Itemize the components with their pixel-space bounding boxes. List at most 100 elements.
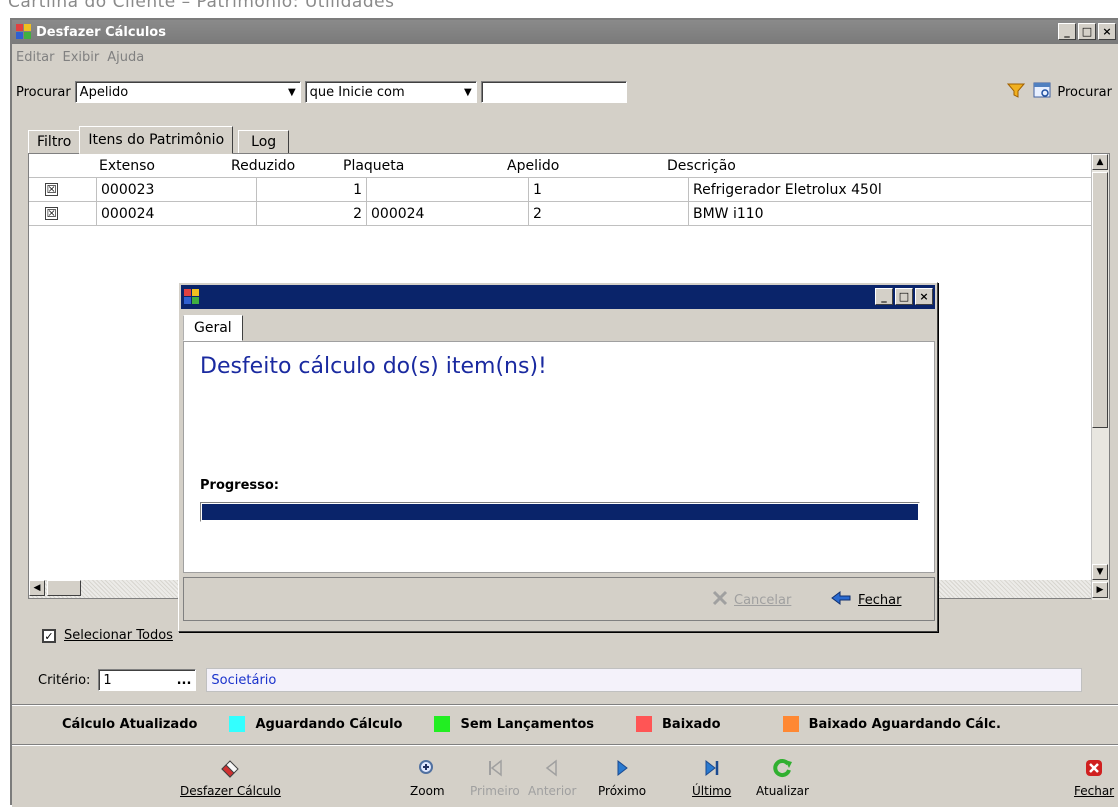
toolbar-divider [12,744,1118,746]
scroll-right-icon[interactable]: ▶ [1092,582,1108,598]
header-descricao[interactable]: Descrição [661,154,961,177]
search-operator-select[interactable]: que Inicie com ▼ [304,81,477,103]
tab-filtro[interactable]: Filtro [28,130,81,154]
criterio-lookup-button[interactable]: ... [177,673,192,688]
dialog-message: Desfeito cálculo do(s) item(ns)! [200,354,547,379]
zoom-button[interactable]: Zoom [410,756,445,798]
search-input[interactable] [480,81,627,103]
first-icon [485,756,505,780]
legend-swatch-sem-lancamentos [434,716,451,732]
legend-swatch-aguardando [229,716,246,732]
row-checkbox[interactable]: ☒ [45,183,58,196]
select-all-row: ✓ Selecionar Todos [42,628,173,643]
proximo-label: Próximo [598,784,647,798]
desfazer-calculo-label: Desfazer Cálculo [180,784,281,798]
legend-sem-lancamentos: Sem Lançamentos [460,716,595,732]
close-window-button[interactable]: × [1098,23,1116,40]
dialog-minimize-button[interactable]: _ [875,288,893,305]
ultimo-button[interactable]: Último [692,756,731,798]
progress-bar-fill [202,504,918,520]
proximo-button[interactable]: Próximo [598,756,646,798]
legend-swatch-baixado-aguardando [782,716,799,732]
cell-plaqueta: 000024 [367,202,529,225]
fechar-button[interactable]: Fechar [1074,756,1114,798]
atualizar-button[interactable]: Atualizar [756,756,809,798]
grid-header: Extenso Reduzido Plaqueta Apelido Descri… [29,154,1091,178]
title-bar: Desfazer Cálculos _ □ × [12,20,1118,44]
dialog-maximize-button[interactable]: □ [895,288,913,305]
fechar-label: Fechar [1074,784,1115,798]
cell-reduzido: 1 [257,178,367,201]
menu-exibir[interactable]: Exibir [63,50,100,65]
vertical-scrollbar[interactable]: ▲ ▼ ▶ [1091,154,1109,600]
cell-extenso: 000024 [97,202,257,225]
select-all-label[interactable]: Selecionar Todos [64,628,173,643]
row-checkbox[interactable]: ☒ [45,207,58,220]
criterio-label: Critério: [38,672,91,688]
tab-itens-patrimonio[interactable]: Itens do Patrimônio [79,126,234,154]
dialog-close-button[interactable]: × [915,288,933,305]
tab-geral[interactable]: Geral [183,315,243,341]
scroll-up-icon[interactable]: ▲ [1092,154,1108,170]
scroll-down-icon[interactable]: ▼ [1092,564,1108,580]
search-label: Procurar [16,84,71,100]
criterio-description: Societário [206,668,1083,692]
hscroll-thumb[interactable] [47,580,81,596]
maximize-button[interactable]: □ [1078,23,1096,40]
header-apelido[interactable]: Apelido [501,154,661,177]
menu-editar[interactable]: Editar [16,50,55,65]
legend-aguardando-calculo: Aguardando Cálculo [255,716,403,732]
filter-icon[interactable] [1007,82,1026,102]
prev-icon [542,756,562,780]
progress-label: Progresso: [200,478,280,493]
scroll-left-icon[interactable]: ◀ [29,580,45,596]
search-bar: Procurar Apelido ▼ que Inicie com ▼ Procur… [12,78,1118,106]
primeiro-button[interactable]: Primeiro [470,756,520,798]
header-extenso[interactable]: Extenso [93,154,225,177]
primeiro-label: Primeiro [470,784,520,798]
dialog-cancel-button[interactable]: Cancelar [712,590,791,610]
close-icon [1084,756,1104,780]
app-icon [184,289,200,305]
tab-log[interactable]: Log [238,130,290,154]
table-row[interactable]: ☒ 000024 2 000024 2 BMW i110 [29,202,1091,226]
criterio-input[interactable]: 1 ... [98,669,197,691]
dialog-cancel-label: Cancelar [734,592,792,608]
tab-strip: Filtro Itens do Patrimônio Log [28,126,290,154]
desfazer-calculo-button[interactable]: Desfazer Cálculo [180,756,281,798]
anterior-label: Anterior [528,784,577,798]
progress-bar [200,502,920,522]
last-icon [702,756,722,780]
atualizar-label: Atualizar [756,784,809,798]
refresh-icon [771,756,793,780]
app-icon [16,24,32,40]
ultimo-label: Último [692,784,732,798]
next-icon [612,756,632,780]
cell-apelido: 2 [529,202,689,225]
select-all-checkbox[interactable]: ✓ [42,628,56,643]
search-icon [1033,81,1053,103]
cell-descricao: BMW i110 [693,205,764,222]
table-row[interactable]: ☒ 000023 1 1 Refrigerador Eletrolux 450l [29,178,1091,202]
dialog-fechar-button[interactable]: Fechar [830,590,901,610]
menu-ajuda[interactable]: Ajuda [107,50,144,65]
cell-plaqueta [367,178,529,201]
dropdown-arrow-icon: ▼ [287,86,296,98]
legend-baixado-aguardando: Baixado Aguardando Cálc. [808,716,1001,732]
search-field-select[interactable]: Apelido ▼ [74,81,301,103]
eraser-icon [218,756,242,780]
minimize-button[interactable]: _ [1058,23,1076,40]
search-button[interactable]: Procurar [1057,85,1112,100]
menu-bar: Editar Exibir Ajuda [12,46,144,68]
exit-door-icon [830,590,852,610]
dialog-body: Desfeito cálculo do(s) item(ns)! Progres… [183,341,935,573]
document-caption: Cartilha do Cliente – Patrimônio: Utilid… [8,0,395,12]
legend-calculo-atualizado: Cálculo Atualizado [62,716,198,732]
header-reduzido[interactable]: Reduzido [225,154,337,177]
scroll-thumb[interactable] [1092,172,1108,428]
anterior-button[interactable]: Anterior [528,756,576,798]
status-legend: Cálculo Atualizado Aguardando Cálculo Se… [62,716,1001,732]
header-plaqueta[interactable]: Plaqueta [337,154,501,177]
zoom-label: Zoom [410,784,445,798]
legend-swatch-baixado [636,716,653,732]
